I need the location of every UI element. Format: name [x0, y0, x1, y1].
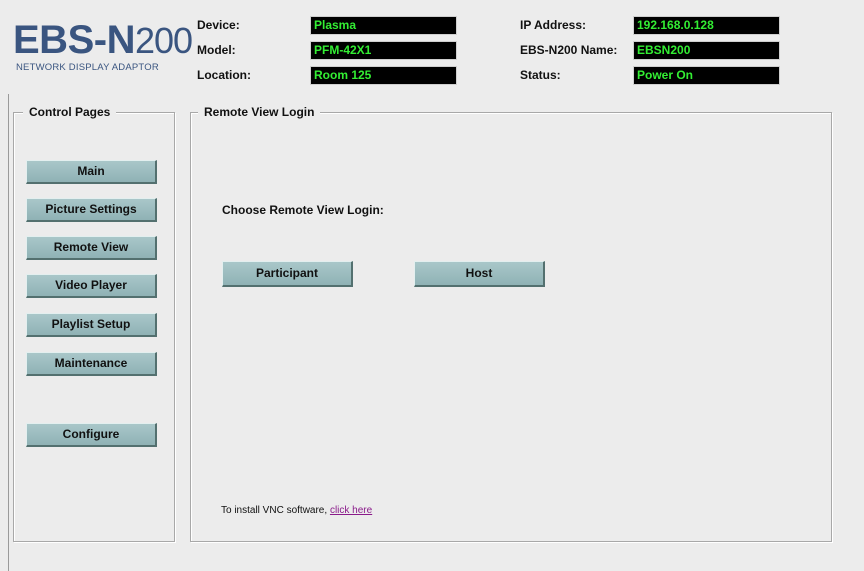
location-label: Location: [197, 68, 251, 82]
device-name-value: EBSN200 [633, 41, 780, 60]
status-label: Status: [520, 68, 561, 82]
logo-tagline: NETWORK DISPLAY ADAPTOR [16, 62, 159, 73]
nav-remote-view-button[interactable]: Remote View [26, 236, 157, 260]
page: EBS-N200 NETWORK DISPLAY ADAPTOR Device:… [0, 0, 864, 571]
vnc-install-note: To install VNC software, click here [221, 505, 372, 516]
remote-view-login-panel: Remote View Login [190, 105, 832, 542]
logo-wordmark: EBS-N200 [13, 18, 193, 62]
nav-maintenance-button[interactable]: Maintenance [26, 352, 157, 376]
nav-configure-button[interactable]: Configure [26, 423, 157, 447]
nav-playlist-setup-button[interactable]: Playlist Setup [26, 313, 157, 337]
ip-address-value: 192.168.0.128 [633, 16, 780, 35]
ip-address-label: IP Address: [520, 18, 587, 32]
nav-main-button[interactable]: Main [26, 160, 157, 184]
frame-border [8, 94, 9, 571]
logo-brand-bold: EBS-N [13, 18, 135, 62]
logo-brand-thin: 200 [134, 20, 193, 61]
participant-button[interactable]: Participant [222, 261, 353, 287]
ebs-n200-logo: EBS-N200 NETWORK DISPLAY ADAPTOR [12, 20, 193, 80]
model-label: Model: [197, 43, 236, 57]
nav-video-player-button[interactable]: Video Player [26, 274, 157, 298]
location-value: Room 125 [310, 66, 457, 85]
remote-view-login-title: Remote View Login [198, 105, 321, 119]
device-label: Device: [197, 18, 240, 32]
device-value: Plasma [310, 16, 457, 35]
model-value: PFM-42X1 [310, 41, 457, 60]
choose-login-prompt: Choose Remote View Login: [222, 203, 384, 217]
nav-picture-settings-button[interactable]: Picture Settings [26, 198, 157, 222]
vnc-install-text: To install VNC software, [221, 505, 330, 516]
control-pages-title: Control Pages [23, 105, 117, 119]
vnc-install-link[interactable]: click here [330, 505, 372, 516]
host-button[interactable]: Host [414, 261, 545, 287]
device-name-label: EBS-N200 Name: [520, 43, 618, 57]
status-value: Power On [633, 66, 780, 85]
